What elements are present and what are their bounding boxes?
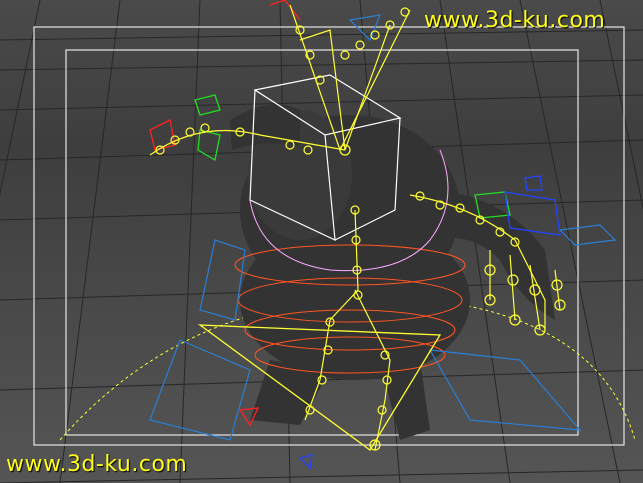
viewport-scene[interactable] (0, 0, 643, 483)
watermark-top: www.3d-ku.com (424, 8, 606, 33)
character-mesh[interactable] (230, 104, 555, 440)
watermark-bottom: www.3d-ku.com (6, 452, 188, 477)
3d-viewport[interactable]: www.3d-ku.com www.3d-ku.com (0, 0, 643, 483)
